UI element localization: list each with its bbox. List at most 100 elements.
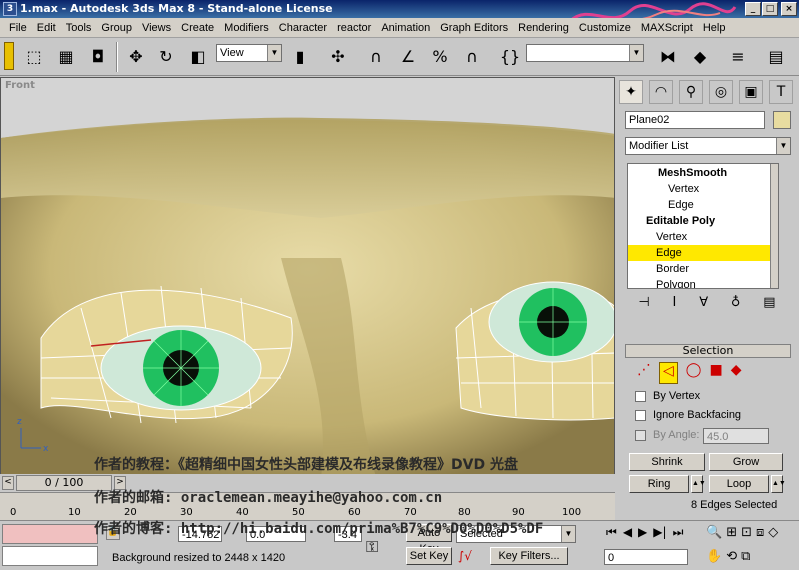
zoom-icon[interactable]: 🔍 <box>706 525 722 545</box>
stack-item-vertex[interactable]: Vertex <box>628 181 774 197</box>
object-color-swatch[interactable] <box>773 111 791 129</box>
stack-item-vertex[interactable]: Vertex <box>628 229 774 245</box>
selection-region-icon[interactable]: ◘ <box>84 42 112 70</box>
pin-stack-icon[interactable]: ⊣ <box>638 295 649 315</box>
toolbar-handle[interactable] <box>4 42 14 70</box>
maxscript-listener-field[interactable] <box>2 524 98 544</box>
polygon-level-icon[interactable]: ■ <box>709 362 722 384</box>
edge-level-icon[interactable]: ◁ <box>659 362 678 384</box>
by-angle-checkbox[interactable] <box>635 430 646 441</box>
menu-character[interactable]: Character <box>274 22 332 34</box>
vertex-level-icon[interactable]: ⋰ <box>637 362 651 384</box>
layer-manager-icon[interactable]: ≡ <box>724 42 752 70</box>
go-to-end-icon[interactable]: ⏭ <box>673 525 684 543</box>
mirror-icon[interactable]: ⧓ <box>654 42 682 70</box>
close-button[interactable]: × <box>781 2 797 16</box>
menu-graph-editors[interactable]: Graph Editors <box>435 22 513 34</box>
selection-rollout-header[interactable]: Selection <box>625 344 791 358</box>
zoom-extents-all-icon[interactable]: ⧈ <box>756 525 764 545</box>
viewport-label[interactable]: Front <box>5 80 35 91</box>
spinner-snap-icon[interactable]: ∩ <box>458 42 486 70</box>
border-level-icon[interactable]: ◯ <box>686 362 702 384</box>
ring-button[interactable]: Ring <box>629 475 689 493</box>
shrink-button[interactable]: Shrink <box>629 453 705 471</box>
curve-icon[interactable]: ∫√ <box>458 549 472 563</box>
menu-create[interactable]: Create <box>176 22 219 34</box>
stack-item-edge[interactable]: Edge <box>628 197 774 213</box>
element-level-icon[interactable]: ◆ <box>731 362 742 384</box>
maximize-button[interactable]: □ <box>762 2 778 16</box>
create-tab-icon[interactable]: ✦ <box>619 80 643 104</box>
modifier-list-dropdown[interactable]: Modifier List ▼ <box>625 137 791 155</box>
chevron-down-icon[interactable]: ▼ <box>561 526 575 542</box>
menu-customize[interactable]: Customize <box>574 22 636 34</box>
maximize-viewport-icon[interactable]: ⧉ <box>741 549 750 569</box>
percent-snap-icon[interactable]: % <box>426 42 454 70</box>
key-filters-button[interactable]: Key Filters... <box>490 547 568 565</box>
play-icon[interactable]: ▶ <box>638 525 647 543</box>
slider-left-arrow[interactable]: < <box>2 476 14 490</box>
by-vertex-checkbox[interactable] <box>635 391 646 402</box>
stack-item-polygon[interactable]: Polygon <box>628 277 774 288</box>
named-selection-set-dropdown[interactable]: ▼ <box>526 44 644 62</box>
menu-help[interactable]: Help <box>698 22 731 34</box>
menu-file[interactable]: File <box>4 22 32 34</box>
motion-tab-icon[interactable]: ◎ <box>709 80 733 104</box>
hierarchy-tab-icon[interactable]: ⚲ <box>679 80 703 104</box>
stack-item-edge-selected[interactable]: Edge <box>628 245 774 261</box>
key-icon[interactable]: ⚿ <box>366 537 378 557</box>
chevron-down-icon[interactable]: ▼ <box>776 138 790 154</box>
loop-button[interactable]: Loop <box>709 475 769 493</box>
menu-tools[interactable]: Tools <box>61 22 97 34</box>
align-icon[interactable]: ◆ <box>686 42 714 70</box>
pivot-center-icon[interactable]: ▮ <box>286 42 314 70</box>
loop-spinner[interactable]: ▲▼ <box>771 475 786 493</box>
menu-reactor[interactable]: reactor <box>332 22 376 34</box>
menu-group[interactable]: Group <box>96 22 137 34</box>
stack-item-editable-poly[interactable]: Editable Poly <box>628 213 774 229</box>
select-by-name-icon[interactable]: ▦ <box>52 42 80 70</box>
grow-button[interactable]: Grow <box>709 453 783 471</box>
utilities-tab-icon[interactable]: T <box>769 80 793 104</box>
set-key-button[interactable]: Set Key <box>406 547 452 565</box>
maxscript-output-field[interactable] <box>2 546 98 566</box>
select-manipulate-icon[interactable]: ✣ <box>324 42 352 70</box>
rotate-icon[interactable]: ↻ <box>152 42 180 70</box>
next-frame-icon[interactable]: ▶| <box>653 525 666 543</box>
remove-modifier-icon[interactable]: ♁ <box>731 295 741 315</box>
angle-snap-icon[interactable]: ∠ <box>394 42 422 70</box>
minimize-button[interactable]: _ <box>745 2 761 16</box>
configure-sets-icon[interactable]: ▤ <box>763 295 775 315</box>
scale-icon[interactable]: ◧ <box>184 42 212 70</box>
current-frame-field[interactable]: 0 <box>604 549 688 565</box>
snap-toggle-icon[interactable]: ∩ <box>362 42 390 70</box>
pan-icon[interactable]: ✋ <box>706 549 722 569</box>
chevron-down-icon[interactable]: ▼ <box>629 45 643 61</box>
menu-maxscript[interactable]: MAXScript <box>636 22 698 34</box>
show-end-result-icon[interactable]: Ⅰ <box>673 295 677 315</box>
display-tab-icon[interactable]: ▣ <box>739 80 763 104</box>
go-to-start-icon[interactable]: ⏮ <box>606 525 617 543</box>
by-angle-spinner[interactable]: 45.0 <box>703 428 769 444</box>
menu-modifiers[interactable]: Modifiers <box>219 22 274 34</box>
object-name-field[interactable]: Plane02 <box>625 111 765 129</box>
zoom-all-icon[interactable]: ⊞ <box>726 525 737 545</box>
select-object-icon[interactable]: ⬚ <box>20 42 48 70</box>
reference-coordinate-dropdown[interactable]: View ▼ <box>216 44 282 62</box>
menu-edit[interactable]: Edit <box>32 22 61 34</box>
menu-animation[interactable]: Animation <box>376 22 435 34</box>
chevron-down-icon[interactable]: ▼ <box>267 45 281 61</box>
menu-rendering[interactable]: Rendering <box>513 22 574 34</box>
arc-rotate-icon[interactable]: ⟲ <box>726 549 737 569</box>
named-selection-icon[interactable]: {} <box>496 42 524 70</box>
stack-scrollbar[interactable] <box>770 164 778 288</box>
stack-item-meshsmooth[interactable]: MeshSmooth <box>628 165 774 181</box>
move-icon[interactable]: ✥ <box>122 42 150 70</box>
stack-item-border[interactable]: Border <box>628 261 774 277</box>
front-viewport[interactable]: x z Front <box>0 77 615 493</box>
make-unique-icon[interactable]: ∀ <box>699 295 708 315</box>
modifier-stack[interactable]: MeshSmooth Vertex Edge Editable Poly Ver… <box>627 163 779 289</box>
menu-views[interactable]: Views <box>137 22 176 34</box>
modify-tab-icon[interactable]: ◠ <box>649 80 673 104</box>
field-of-view-icon[interactable]: ◇ <box>768 525 778 545</box>
